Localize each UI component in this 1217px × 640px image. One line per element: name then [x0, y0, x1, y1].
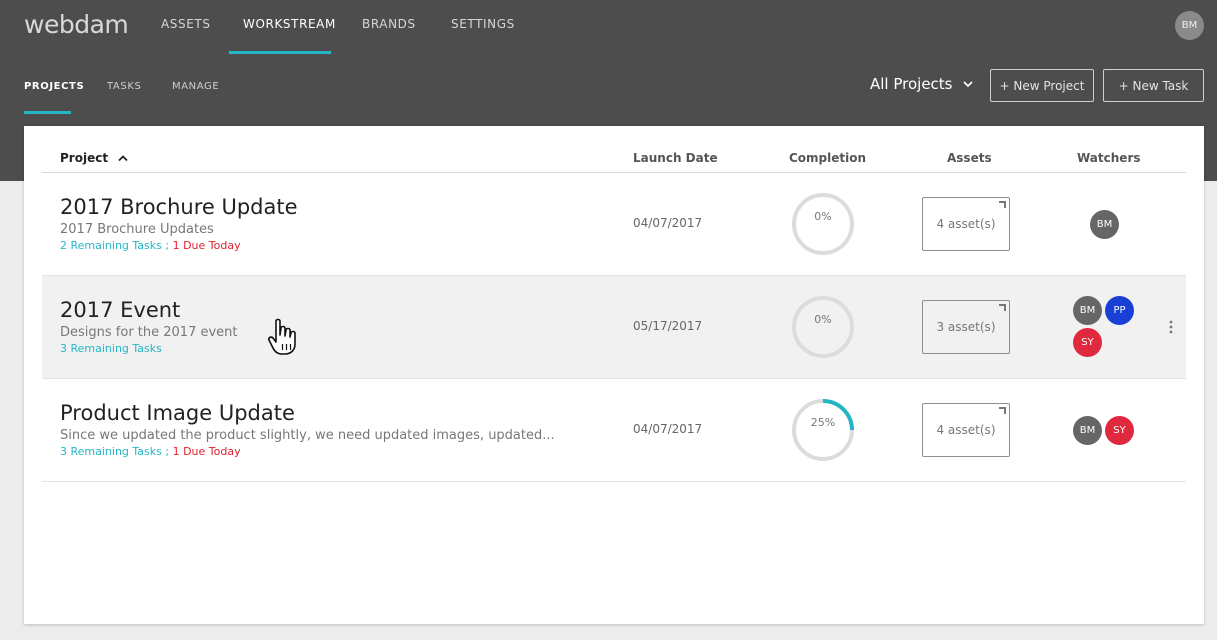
- launch-date: 04/07/2017: [633, 216, 703, 230]
- assets-count: 4 asset(s): [936, 423, 996, 437]
- webdam-logo[interactable]: webdam: [24, 10, 129, 39]
- assets-tile[interactable]: 4 asset(s): [922, 197, 1010, 251]
- nav-assets[interactable]: ASSETS: [161, 17, 211, 31]
- nav-brands[interactable]: BRANDS: [362, 17, 416, 31]
- assets-tile[interactable]: 3 asset(s): [922, 300, 1010, 354]
- new-task-button[interactable]: + New Task: [1103, 69, 1204, 102]
- project-row[interactable]: Product Image Update Since we updated th…: [42, 379, 1186, 482]
- user-avatar[interactable]: BM: [1175, 11, 1204, 40]
- project-filter-dropdown[interactable]: All Projects: [870, 75, 974, 93]
- expand-corner-icon: [999, 304, 1006, 311]
- task-summary: 2 Remaining Tasks ; 1 Due Today: [60, 239, 241, 252]
- projects-table-panel: Project Launch Date Completion Assets Wa…: [24, 126, 1204, 624]
- more-options-icon[interactable]: [1168, 319, 1174, 335]
- due-today[interactable]: 1 Due Today: [173, 239, 241, 252]
- new-project-button[interactable]: + New Project: [990, 69, 1094, 102]
- nav-workstream[interactable]: WORKSTREAM: [243, 17, 336, 31]
- completion-percent: 0%: [814, 210, 831, 223]
- project-row[interactable]: 2017 Brochure Update 2017 Brochure Updat…: [42, 173, 1186, 276]
- completion-ring: 0%: [792, 193, 854, 255]
- assets-count: 3 asset(s): [936, 320, 996, 334]
- tab-manage[interactable]: MANAGE: [172, 81, 219, 92]
- expand-corner-icon: [999, 407, 1006, 414]
- completion-ring: 25%: [792, 399, 854, 461]
- assets-count: 4 asset(s): [936, 217, 996, 231]
- project-title[interactable]: 2017 Event: [60, 298, 180, 322]
- hand-pointer-cursor-icon: [268, 318, 296, 355]
- watcher-avatar[interactable]: BM: [1073, 416, 1102, 445]
- completion-ring: 0%: [792, 296, 854, 358]
- column-header-project[interactable]: Project: [60, 151, 129, 165]
- column-header-watchers[interactable]: Watchers: [1077, 151, 1141, 165]
- column-header-project-label: Project: [60, 151, 109, 165]
- due-today[interactable]: 1 Due Today: [173, 445, 241, 458]
- completion-percent: 25%: [811, 416, 835, 429]
- project-title[interactable]: 2017 Brochure Update: [60, 195, 298, 219]
- watcher-avatar[interactable]: SY: [1105, 416, 1134, 445]
- watcher-avatar[interactable]: BM: [1090, 210, 1119, 239]
- column-header-completion[interactable]: Completion: [789, 151, 866, 165]
- project-title[interactable]: Product Image Update: [60, 401, 295, 425]
- tab-projects[interactable]: PROJECTS: [24, 81, 84, 92]
- watcher-avatar[interactable]: SY: [1073, 328, 1102, 357]
- column-header-launch-date[interactable]: Launch Date: [633, 151, 718, 165]
- expand-corner-icon: [999, 201, 1006, 208]
- launch-date: 05/17/2017: [633, 319, 703, 333]
- project-row[interactable]: 2017 Event Designs for the 2017 event 3 …: [42, 276, 1186, 379]
- tab-tasks[interactable]: TASKS: [107, 81, 141, 92]
- active-nav-indicator: [229, 51, 331, 54]
- watcher-avatar[interactable]: BM: [1073, 296, 1102, 325]
- task-summary: 3 Remaining Tasks: [60, 342, 162, 355]
- launch-date: 04/07/2017: [633, 422, 703, 436]
- remaining-tasks[interactable]: 3 Remaining Tasks: [60, 342, 162, 355]
- nav-settings[interactable]: SETTINGS: [451, 17, 515, 31]
- remaining-tasks[interactable]: 3 Remaining Tasks ;: [60, 445, 169, 458]
- remaining-tasks[interactable]: 2 Remaining Tasks ;: [60, 239, 169, 252]
- chevron-down-icon: [962, 81, 973, 88]
- active-tab-indicator: [24, 111, 71, 114]
- sort-ascending-icon: [118, 155, 128, 162]
- project-description: Designs for the 2017 event: [60, 325, 238, 340]
- completion-percent: 0%: [814, 313, 831, 326]
- project-filter-label: All Projects: [870, 75, 953, 93]
- assets-tile[interactable]: 4 asset(s): [922, 403, 1010, 457]
- watcher-avatar[interactable]: PP: [1105, 296, 1134, 325]
- project-description: Since we updated the product slightly, w…: [60, 428, 555, 443]
- project-description: 2017 Brochure Updates: [60, 222, 214, 237]
- column-header-assets[interactable]: Assets: [947, 151, 992, 165]
- task-summary: 3 Remaining Tasks ; 1 Due Today: [60, 445, 241, 458]
